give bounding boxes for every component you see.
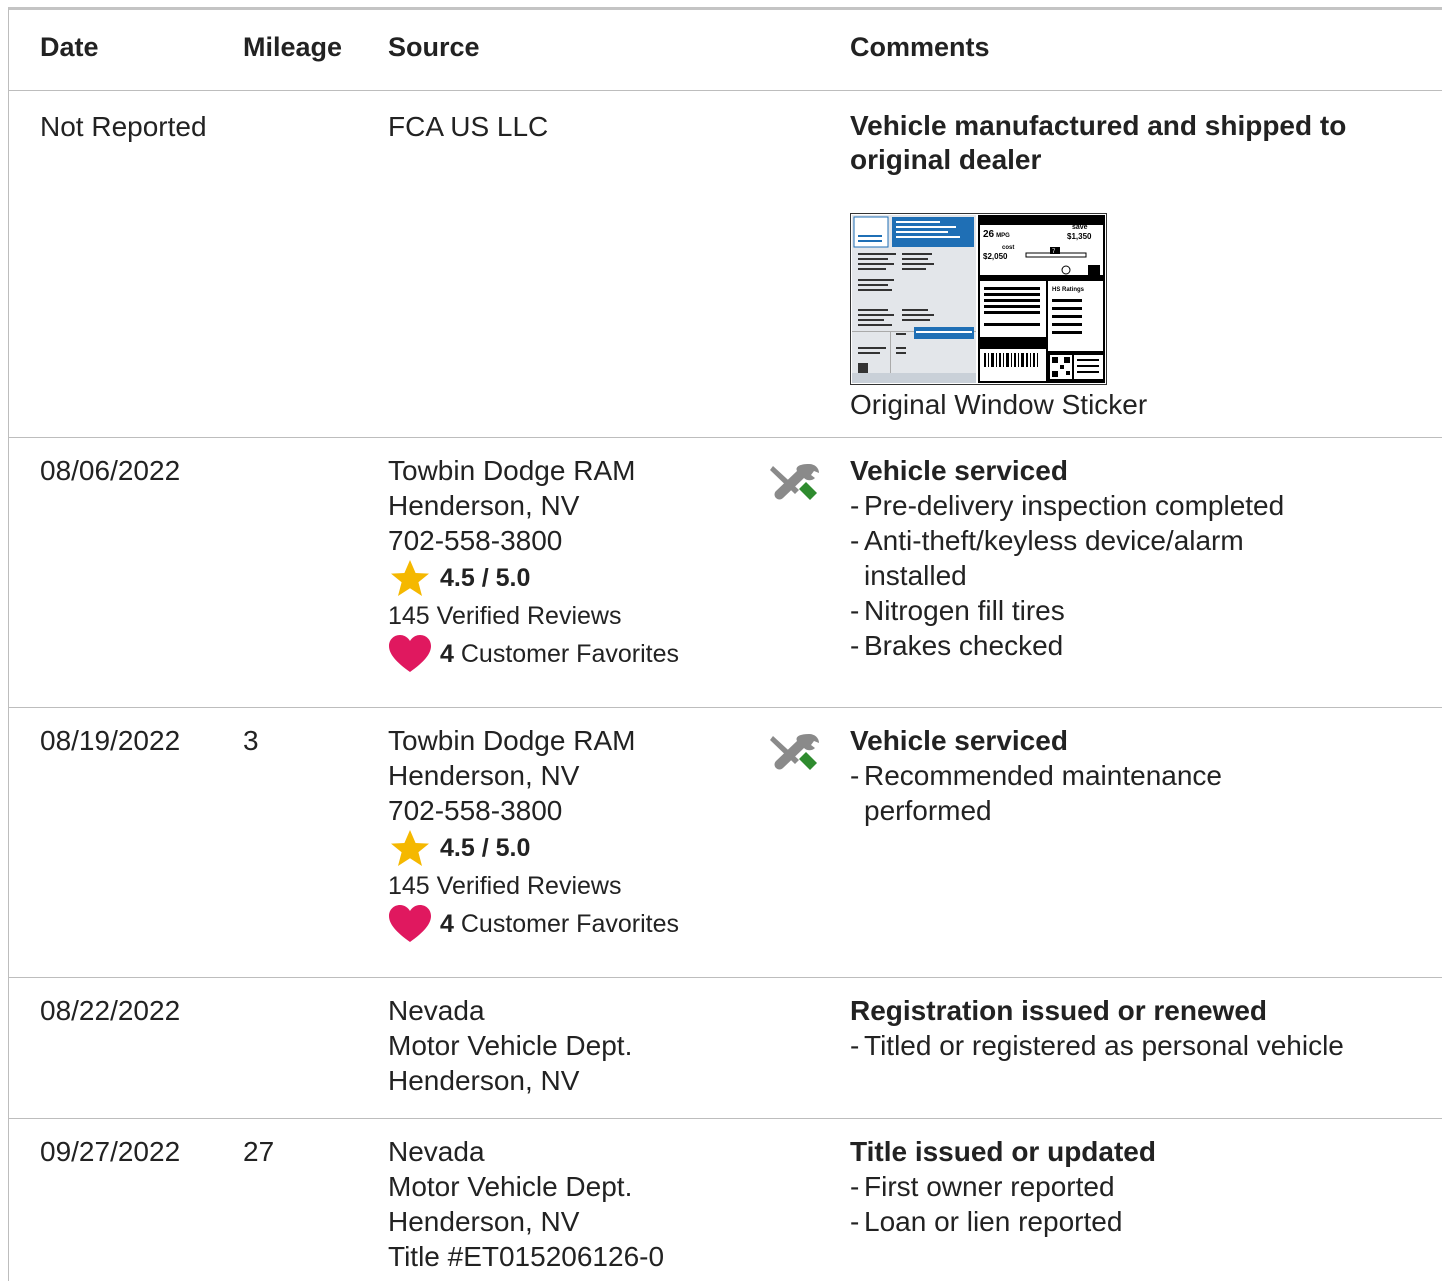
table-row: 08/19/2022 3 Towbin Dodge RAM Henderson,… — [9, 708, 1442, 978]
row-date: 08/06/2022 — [40, 455, 181, 486]
list-item: First owner reported — [850, 1169, 1430, 1204]
row-mileage: 3 — [243, 725, 259, 756]
sticker-cost-label: cost — [1002, 245, 1014, 251]
window-sticker-thumbnail[interactable]: 26 MPG save $1,350 cost $2,050 7 HS Ratin… — [850, 213, 1107, 385]
list-item: Loan or lien reported — [850, 1204, 1430, 1239]
sticker-mpg: 26 — [983, 229, 995, 240]
sticker-cost-amount: $2,050 — [983, 252, 1008, 261]
list-item: Brakes checked — [850, 628, 1430, 663]
row-source: FCA US LLC — [388, 109, 748, 144]
dealer-rating[interactable]: 4.5 / 5.0 — [388, 828, 748, 868]
row-comments: Vehicle serviced Recommended maintenance… — [850, 723, 1430, 828]
list-item: Anti-theft/keyless device/alarm installe… — [850, 523, 1314, 593]
favorites-count: 4 — [440, 909, 454, 938]
customer-favorites: 4 Customer Favorites — [388, 904, 748, 944]
dealer-rating[interactable]: 4.5 / 5.0 — [388, 558, 748, 598]
table-row: 08/22/2022 Nevada Motor Vehicle Dept. He… — [9, 978, 1442, 1119]
favorites-label: Customer Favorites — [460, 909, 679, 938]
list-item: Recommended maintenance performed — [850, 758, 1304, 828]
row-comments: Vehicle serviced Pre-delivery inspection… — [850, 453, 1430, 663]
comment-title: Title issued or updated — [850, 1136, 1156, 1167]
row-date: Not Reported — [40, 111, 207, 142]
source-line: FCA US LLC — [388, 111, 549, 142]
row-date: 08/19/2022 — [40, 725, 181, 756]
rating-value: 4.5 / 5.0 — [440, 833, 531, 862]
column-header-mileage: Mileage — [243, 32, 343, 62]
column-header-source: Source — [388, 32, 480, 62]
verified-reviews-link[interactable]: 145 Verified Reviews — [388, 868, 748, 904]
comment-title: Registration issued or renewed — [850, 995, 1267, 1026]
star-icon — [391, 830, 429, 866]
source-line: Nevada — [388, 1136, 485, 1167]
service-tools-icon — [770, 734, 819, 770]
comment-bullets: Titled or registered as personal vehicle — [850, 1028, 1430, 1063]
row-comments: Title issued or updated First owner repo… — [850, 1134, 1430, 1239]
source-line: Towbin Dodge RAM — [388, 725, 636, 756]
table-header: Date Mileage Source Comments — [9, 10, 1442, 91]
star-icon — [391, 560, 429, 596]
table-row: Not Reported FCA US LLC Vehicle manufact… — [9, 91, 1442, 438]
sticker-save-label: save — [1072, 224, 1088, 231]
row-comments: Registration issued or renewed Titled or… — [850, 993, 1430, 1063]
source-line: Nevada — [388, 995, 485, 1026]
comment-bullets: Recommended maintenance performed — [850, 758, 1430, 828]
vehicle-history-table: Date Mileage Source Comments Not Reporte… — [8, 7, 1442, 1281]
rating-value: 4.5 / 5.0 — [440, 563, 531, 592]
customer-favorites: 4 Customer Favorites — [388, 634, 748, 674]
favorites-label: Customer Favorites — [460, 639, 679, 668]
list-item: Titled or registered as personal vehicle — [850, 1028, 1430, 1063]
sticker-ratings-label: HS Ratings — [1052, 287, 1085, 293]
source-line: Title #ET015206126-0 — [388, 1241, 665, 1272]
service-tools-icon — [770, 464, 819, 500]
list-item: Pre-delivery inspection completed — [850, 488, 1430, 523]
source-line: 702-558-3800 — [388, 795, 563, 826]
comment-title: Vehicle serviced — [850, 725, 1068, 756]
row-date: 09/27/2022 — [40, 1136, 181, 1167]
source-line: Henderson, NV — [388, 760, 580, 791]
source-line: 702-558-3800 — [388, 525, 563, 556]
comment-bullets: First owner reported Loan or lien report… — [850, 1169, 1430, 1239]
sticker-save-amount: $1,350 — [1067, 232, 1092, 241]
column-header-date: Date — [40, 32, 99, 62]
heart-icon — [389, 635, 431, 672]
row-date: 08/22/2022 — [40, 995, 181, 1026]
row-comment-title: Vehicle manufactured and shipped to orig… — [850, 110, 1347, 175]
column-header-comments: Comments — [850, 32, 990, 62]
comment-bullets: Pre-delivery inspection completed Anti-t… — [850, 488, 1430, 663]
row-source: Nevada Motor Vehicle Dept. Henderson, NV… — [388, 1134, 748, 1274]
table-row: 09/27/2022 27 Nevada Motor Vehicle Dept.… — [9, 1119, 1442, 1285]
heart-icon — [389, 905, 431, 942]
window-sticker-label[interactable]: Original Window Sticker — [850, 387, 1147, 422]
source-line: Henderson, NV — [388, 1065, 580, 1096]
list-item: Nitrogen fill tires — [850, 593, 1430, 628]
favorites-count: 4 — [440, 639, 454, 668]
verified-reviews-link[interactable]: 145 Verified Reviews — [388, 598, 748, 634]
row-source: Towbin Dodge RAM Henderson, NV 702-558-3… — [388, 453, 748, 674]
source-line: Motor Vehicle Dept. — [388, 1030, 633, 1061]
table-row: 08/06/2022 Towbin Dodge RAM Henderson, N… — [9, 438, 1442, 708]
row-mileage: 27 — [243, 1136, 275, 1167]
source-line: Henderson, NV — [388, 1206, 580, 1237]
comment-title: Vehicle serviced — [850, 455, 1068, 486]
source-line: Motor Vehicle Dept. — [388, 1171, 633, 1202]
source-line: Towbin Dodge RAM — [388, 455, 636, 486]
sticker-mpg-unit: MPG — [996, 233, 1010, 239]
source-line: Henderson, NV — [388, 490, 580, 521]
row-source: Nevada Motor Vehicle Dept. Henderson, NV — [388, 993, 748, 1098]
row-source: Towbin Dodge RAM Henderson, NV 702-558-3… — [388, 723, 748, 944]
